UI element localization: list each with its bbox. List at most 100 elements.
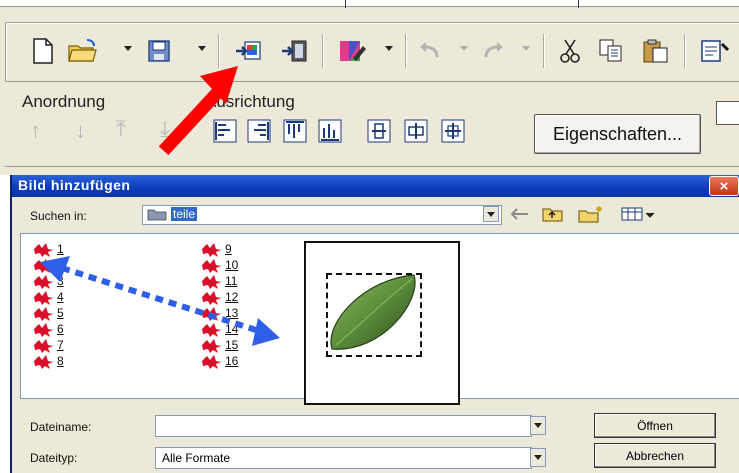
dialog-title-bar[interactable]: Bild hinzufügen ×: [12, 175, 739, 197]
picture-file-icon: [202, 274, 221, 289]
move-bottom-icon[interactable]: ⤓: [160, 116, 170, 142]
open-folder-icon[interactable]: [66, 36, 100, 66]
toolbar-bottom-rule: [5, 166, 739, 167]
file-name: 10: [225, 258, 239, 272]
file-type-dropdown-icon[interactable]: [530, 448, 546, 467]
picture-file-icon: [202, 258, 221, 273]
app-toolbar-area: Anordnung Ausrichtung ↑ ↓ ⤒ ⤓ Eigenschaf…: [0, 0, 739, 175]
move-down-icon[interactable]: ↓: [75, 118, 86, 144]
add-picture-dialog: Bild hinzufügen × Suchen in: teile 1 2 3…: [10, 175, 739, 473]
align-center-vertical-icon[interactable]: [366, 118, 392, 144]
add-picture-icon[interactable]: [232, 36, 266, 66]
file-name: 7: [57, 338, 64, 352]
move-top-icon[interactable]: ⤒: [116, 116, 126, 142]
list-item[interactable]: 9: [200, 241, 232, 257]
file-name: 16: [225, 354, 239, 368]
anordnung-label: Anordnung: [22, 92, 106, 111]
file-name: 9: [225, 242, 232, 256]
move-up-icon[interactable]: ↑: [30, 118, 41, 144]
file-type-value: Alle Formate: [162, 451, 231, 465]
undo-dropdown-icon[interactable]: [460, 46, 468, 51]
cut-icon[interactable]: [556, 36, 584, 66]
align-center-horizontal-icon[interactable]: [403, 118, 429, 144]
folder-icon: [147, 209, 167, 221]
file-name: 3: [57, 274, 64, 288]
file-name: 8: [57, 354, 64, 368]
distribute-icon[interactable]: [440, 118, 466, 144]
image-preview: [304, 241, 460, 405]
eigenschaften-button[interactable]: Eigenschaften...: [534, 114, 701, 154]
new-document-icon[interactable]: [30, 36, 56, 66]
align-bottom-icon[interactable]: [317, 118, 343, 144]
paste-icon[interactable]: [640, 36, 672, 66]
toolbar-checkbox[interactable]: [716, 101, 739, 125]
list-item[interactable]: 7: [32, 337, 64, 353]
format-painter-icon[interactable]: [697, 36, 731, 66]
ausrichtung-label: Ausrichtung: [205, 92, 295, 111]
file-name-field[interactable]: [155, 415, 532, 437]
file-name-label: Dateiname:: [30, 420, 92, 434]
picture-file-icon: [34, 274, 53, 289]
list-item[interactable]: 4: [32, 289, 64, 305]
open-dropdown-icon[interactable]: [124, 46, 132, 51]
toolbar-separator: [322, 34, 323, 68]
file-name-dropdown-icon[interactable]: [530, 416, 546, 435]
back-icon[interactable]: [508, 205, 530, 223]
file-name: 11: [225, 274, 238, 288]
menu-strip: [0, 0, 739, 7]
list-item[interactable]: 5: [32, 305, 64, 321]
align-left-icon[interactable]: [212, 118, 238, 144]
color-dropdown-icon[interactable]: [385, 46, 393, 51]
list-item[interactable]: 13: [200, 305, 238, 321]
picture-file-icon: [202, 354, 221, 369]
list-item[interactable]: 3: [32, 273, 64, 289]
list-item[interactable]: 2: [32, 257, 64, 273]
save-icon[interactable]: [145, 36, 173, 66]
save-dropdown-icon[interactable]: [198, 46, 206, 51]
align-right-icon[interactable]: [246, 118, 272, 144]
file-type-label: Dateityp:: [30, 451, 78, 465]
open-button[interactable]: Öffnen: [594, 413, 716, 438]
file-type-select[interactable]: Alle Formate: [155, 447, 532, 469]
close-button[interactable]: ×: [709, 176, 739, 196]
divider: [578, 0, 579, 8]
list-item[interactable]: 14: [200, 321, 238, 337]
add-film-icon[interactable]: [278, 36, 312, 66]
picture-file-icon: [34, 290, 53, 305]
list-item[interactable]: 1: [32, 241, 64, 257]
list-item[interactable]: 16: [200, 353, 238, 369]
file-name: 4: [57, 290, 64, 304]
cancel-button[interactable]: Abbrechen: [594, 443, 716, 468]
picture-file-icon: [202, 242, 221, 257]
file-name: 15: [225, 338, 239, 352]
view-menu-icon[interactable]: [620, 205, 660, 223]
up-folder-icon[interactable]: [542, 205, 564, 223]
list-item[interactable]: 15: [200, 337, 238, 353]
look-in-select[interactable]: teile: [142, 205, 502, 225]
list-item[interactable]: 6: [32, 321, 64, 337]
picture-file-icon: [202, 338, 221, 353]
new-folder-icon[interactable]: [578, 205, 604, 223]
picture-file-icon: [202, 322, 221, 337]
redo-dropdown-icon[interactable]: [522, 46, 530, 51]
color-fill-icon[interactable]: [335, 36, 369, 66]
list-item[interactable]: 12: [200, 289, 238, 305]
file-name: 6: [57, 322, 64, 336]
undo-icon[interactable]: [415, 36, 445, 66]
list-item[interactable]: 8: [32, 353, 64, 369]
list-item[interactable]: 10: [200, 257, 238, 273]
align-top-icon[interactable]: [282, 118, 308, 144]
copy-icon[interactable]: [596, 36, 626, 66]
dialog-title: Bild hinzufügen: [18, 177, 131, 193]
redo-icon[interactable]: [478, 36, 508, 66]
picture-file-icon: [202, 306, 221, 321]
toolbar-separator: [405, 34, 406, 68]
file-name: 13: [225, 306, 239, 320]
picture-file-icon: [34, 338, 53, 353]
look-in-label: Suchen in:: [30, 209, 87, 223]
list-item[interactable]: 11: [200, 273, 237, 289]
look-in-dropdown-icon[interactable]: [483, 206, 499, 222]
picture-file-icon: [34, 306, 53, 321]
standard-toolbar: [5, 22, 739, 82]
file-name: 14: [225, 322, 239, 336]
